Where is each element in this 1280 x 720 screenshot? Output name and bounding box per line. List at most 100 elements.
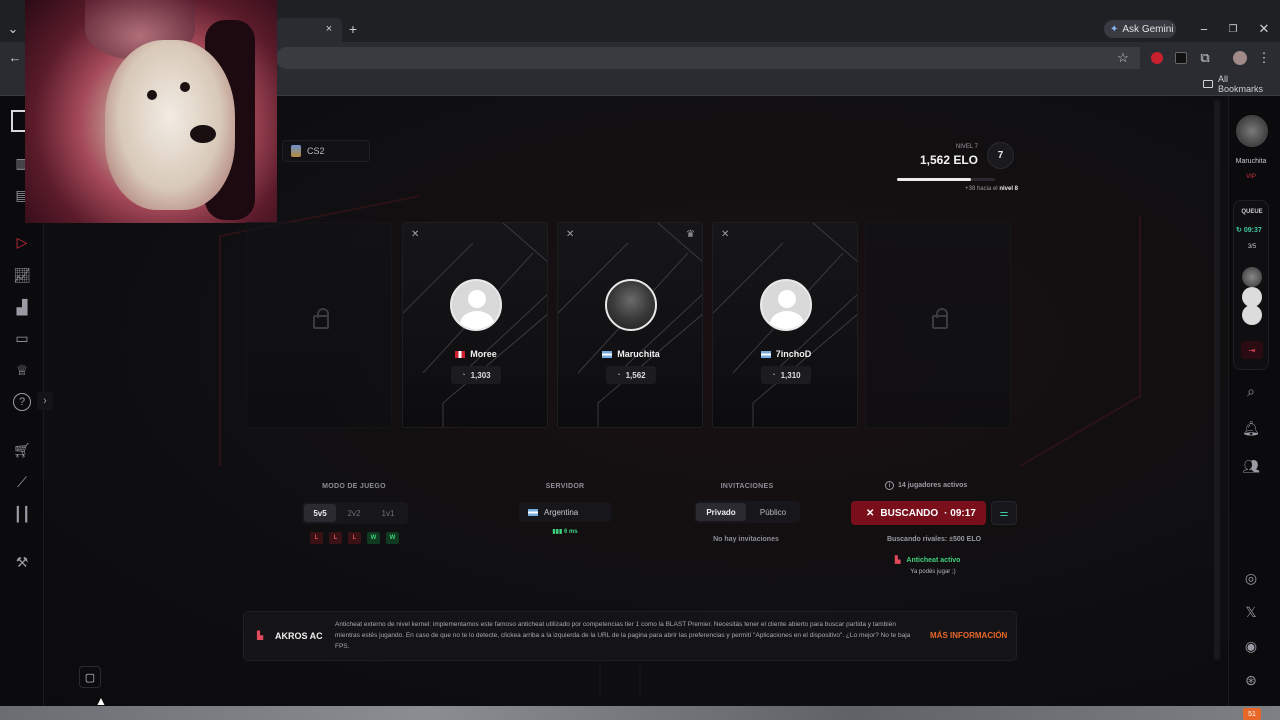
queue-member-avatar (1242, 305, 1262, 325)
server-label: SERVIDOR (545, 483, 585, 490)
elo-icon: ◔ (771, 371, 776, 379)
help-icon[interactable]: ? (13, 393, 31, 411)
profile-avatar-icon[interactable] (1233, 51, 1247, 65)
tab-privado[interactable]: Privado (696, 503, 746, 521)
webcam-overlay (25, 0, 277, 223)
address-bar[interactable] (276, 47, 1140, 69)
search-timer: · 09:17 (944, 507, 976, 519)
argentina-flag-icon (760, 350, 771, 358)
all-bookmarks-label: All Bookmarks (1217, 74, 1263, 94)
x-twitter-icon[interactable]: 𝕏 (1240, 601, 1262, 623)
mode-1v1[interactable]: 1v1 (372, 504, 404, 522)
user-tier: VIP (1246, 174, 1256, 180)
scrollbar[interactable] (1214, 100, 1220, 660)
player-elo: ◔ 1,562 (606, 366, 656, 384)
close-icon: ✕ (866, 507, 875, 519)
new-tab-button[interactable]: + (346, 21, 360, 37)
all-bookmarks-button[interactable]: All Bookmarks (1203, 74, 1275, 94)
elo-icon: ◔ (616, 371, 621, 379)
stats-icon[interactable]: 📈︎ (11, 264, 33, 286)
user-avatar[interactable] (1236, 115, 1268, 147)
extension-red-icon[interactable] (1151, 52, 1163, 64)
video-icon[interactable]: ▭ (11, 327, 33, 349)
maximize-button[interactable]: ❐ (1225, 20, 1241, 38)
info-icon: i (885, 481, 894, 490)
no-invites-text: No hay invitaciones (713, 536, 779, 543)
mode-5v5[interactable]: 5v5 (304, 504, 336, 522)
player-card[interactable]: ✕ Moree ◔ 1,303 (402, 222, 548, 428)
level-progress-text: +38 hacia el nivel 8 (920, 186, 1018, 192)
bell-icon[interactable]: 🔔︎ (1240, 417, 1262, 439)
minimize-button[interactable]: − (1196, 20, 1212, 38)
more-info-link[interactable]: MÁS INFORMACIÓN (930, 631, 1007, 640)
player-elo: ◔ 1,303 (451, 366, 501, 384)
taskbar-badge[interactable]: 51 (1243, 708, 1261, 720)
avatar (450, 279, 502, 331)
dog-eye-icon (180, 82, 190, 92)
akros-icon: ▙ (257, 631, 264, 640)
queue-member-avatar (1242, 287, 1262, 307)
level-progress-track (897, 178, 995, 181)
close-window-button[interactable]: ✕ (1256, 20, 1272, 38)
player-name: Maruchita (558, 349, 702, 359)
player-card[interactable]: ✕ ♛ Maruchita ◔ 1,562 (557, 222, 703, 428)
search-icon[interactable]: ⌕ (1240, 380, 1262, 402)
knife-icon[interactable]: ⟋ (11, 471, 33, 493)
play-icon[interactable]: ▷ (11, 231, 33, 253)
argentina-flag-icon (528, 508, 538, 516)
cart-icon[interactable]: 🛒︎ (11, 439, 33, 461)
mode-2v2[interactable]: 2v2 (338, 504, 370, 522)
queue-member-avatar (1242, 267, 1262, 287)
level-badge-number: 7 (997, 150, 1004, 161)
search-label: BUSCANDO (880, 507, 939, 519)
sliders-icon: ⚌ (999, 507, 1009, 519)
instagram-icon[interactable]: ◎ (1240, 567, 1262, 589)
cs2-icon (291, 145, 301, 157)
queue-panel: QUEUE ↻ 09:37 3/5 ⇥ (1233, 200, 1269, 370)
anticheat-banner: ▙ AKROS AC Anticheat externo de nivel ke… (243, 611, 1017, 661)
mode-label: MODO DE JUEGO (322, 483, 386, 490)
result-badge: L (348, 532, 361, 544)
elo-icon: ◔ (461, 371, 466, 379)
kick-icon[interactable]: ✕ (411, 229, 419, 240)
leave-queue-icon[interactable]: ⇥ (1241, 341, 1263, 359)
chat-icon[interactable]: ▢ (79, 666, 101, 688)
tab-close-icon[interactable]: × (322, 22, 336, 36)
extensions-puzzle-icon[interactable]: ⧉ (1197, 49, 1213, 67)
game-label: CS2 (307, 146, 325, 156)
kick-icon[interactable]: ✕ (721, 229, 729, 240)
back-arrow-icon[interactable]: ← (6, 48, 24, 66)
result-badge: L (329, 532, 342, 544)
audio-icon[interactable]: ┃┃ (11, 503, 33, 525)
queue-label: QUEUE (1241, 209, 1263, 215)
lock-icon (313, 308, 329, 329)
leave-icon[interactable]: ✕ (566, 229, 574, 240)
ranking-icon[interactable]: ▟ (11, 296, 33, 318)
folder-icon (1203, 80, 1213, 88)
player-card[interactable]: ✕ 7inchoD ◔ 1,310 (712, 222, 858, 428)
discord-icon[interactable]: ◉ (1240, 635, 1262, 657)
dog-eye-icon (147, 90, 157, 100)
server-selector[interactable]: Argentina (519, 502, 611, 522)
ready-text: Ya podés jugar ;) (910, 569, 956, 575)
extension-dark-icon[interactable] (1175, 52, 1187, 64)
steam-icon[interactable]: ⊛ (1240, 669, 1262, 691)
cancel-search-button[interactable]: ✕ BUSCANDO · 09:17 (851, 501, 986, 525)
tab-search-icon[interactable]: ⌄ (4, 20, 22, 38)
queue-count: 3/5 (1247, 244, 1257, 250)
server-value: Argentina (544, 507, 579, 517)
trophy-icon[interactable]: ♕ (11, 359, 33, 381)
player-name: Moree (403, 349, 547, 359)
ask-gemini-button[interactable]: ✦ Ask Gemini (1104, 20, 1176, 38)
browser-menu-icon[interactable]: ⋮ (1258, 49, 1271, 67)
game-selector[interactable]: CS2 (282, 140, 370, 162)
dog-image (105, 40, 235, 210)
tools-icon[interactable]: ⚒ (11, 551, 33, 573)
friends-icon[interactable]: 👥︎ (1240, 455, 1262, 477)
bookmark-star-icon[interactable]: ☆ (1115, 49, 1131, 67)
filter-settings-button[interactable]: ⚌ (991, 501, 1017, 525)
tab-publico[interactable]: Público (748, 503, 798, 521)
search-rivals-text: Buscando rivales: ±500 ELO (886, 536, 982, 543)
locked-slot-left (246, 222, 392, 428)
sidebar-expand-icon[interactable]: › (37, 392, 53, 410)
